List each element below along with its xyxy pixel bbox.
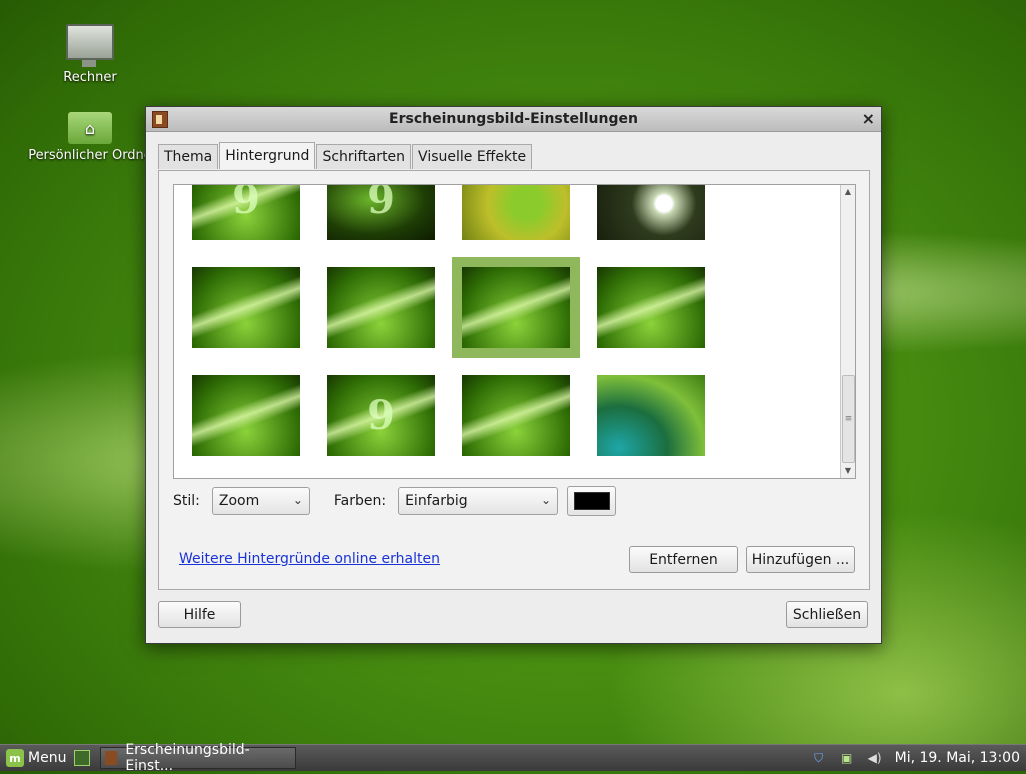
desktop-icon-label: Persönlicher Ordne	[28, 148, 152, 163]
tab-theme[interactable]: Thema	[158, 144, 219, 169]
home-folder-icon: ⌂	[68, 112, 112, 144]
wallpaper-thumbnail[interactable]: 9	[192, 185, 300, 240]
wallpaper-thumbnail[interactable]	[597, 375, 705, 456]
wallpaper-thumbnail[interactable]	[327, 267, 435, 348]
wallpaper-gallery[interactable]: 9 9 9 ▲ ≡ ▼	[173, 184, 856, 479]
volume-icon[interactable]: ◀)	[867, 750, 883, 766]
colors-label: Farben:	[333, 493, 387, 509]
clock[interactable]: Mi, 19. Mai, 13:00	[895, 750, 1020, 766]
taskbar: m Menu Erscheinungsbild-Einst... ⛉ ▣ ◀) …	[0, 742, 1026, 774]
shield-icon[interactable]: ⛉	[811, 750, 827, 766]
appearance-settings-window: Erscheinungsbild-Einstellungen × Thema H…	[145, 106, 882, 644]
desktop-icon-computer[interactable]: Rechner	[25, 24, 155, 85]
desktop-icon-home-folder[interactable]: ⌂ Persönlicher Ordne	[25, 112, 155, 163]
style-label: Stil:	[173, 493, 200, 509]
computer-icon	[66, 24, 114, 67]
wallpaper-thumbnail[interactable]	[597, 267, 705, 348]
close-icon[interactable]: ×	[862, 109, 875, 128]
style-select[interactable]: Zoom ⌄	[211, 487, 310, 515]
window-title: Erscheinungsbild-Einstellungen	[389, 111, 638, 127]
scrollbar-thumb[interactable]: ≡	[842, 375, 855, 463]
gallery-scrollbar[interactable]: ▲ ≡ ▼	[840, 185, 855, 478]
desktop-icon-label: Rechner	[63, 70, 117, 85]
color-picker-button[interactable]	[567, 486, 617, 516]
wallpaper-thumbnail[interactable]	[462, 375, 570, 456]
tab-bar: Thema Hintergrund Schriftarten Visuelle …	[158, 142, 533, 170]
colors-select-value: Einfarbig	[405, 493, 468, 509]
scroll-down-icon[interactable]: ▼	[841, 464, 855, 478]
wallpaper-thumbnail[interactable]	[597, 185, 705, 240]
wallpaper-thumbnail[interactable]: 9	[327, 375, 435, 456]
chevron-down-icon: ⌄	[292, 493, 303, 507]
help-button[interactable]: Hilfe	[158, 601, 241, 628]
taskbar-window-button[interactable]: Erscheinungsbild-Einst...	[100, 742, 297, 774]
background-tab-panel: 9 9 9 ▲ ≡ ▼ Stil: Zoom ⌄ Farben: Einfarb…	[158, 170, 870, 590]
wallpaper-thumbnail-selected[interactable]	[452, 257, 580, 358]
appearance-app-icon	[105, 751, 118, 765]
style-color-controls: Stil: Zoom ⌄ Farben: Einfarbig ⌄	[173, 486, 617, 516]
more-wallpapers-link[interactable]: Weitere Hintergründe online erhalten	[179, 551, 440, 567]
scroll-up-icon[interactable]: ▲	[841, 185, 855, 199]
style-select-value: Zoom	[218, 493, 260, 509]
mint-menu-icon[interactable]: m	[6, 749, 24, 767]
add-button[interactable]: Hinzufügen ...	[746, 546, 855, 573]
wallpaper-thumbnail[interactable]: 9	[327, 185, 435, 240]
colors-select[interactable]: Einfarbig ⌄	[398, 487, 559, 515]
remove-button[interactable]: Entfernen	[629, 546, 738, 573]
network-icon[interactable]: ▣	[839, 750, 855, 766]
close-button[interactable]: Schließen	[786, 601, 868, 628]
chevron-down-icon: ⌄	[541, 493, 552, 507]
wallpaper-thumbnail[interactable]	[192, 267, 300, 348]
window-titlebar[interactable]: Erscheinungsbild-Einstellungen ×	[146, 107, 881, 132]
show-desktop-icon[interactable]	[74, 750, 91, 766]
tab-fonts[interactable]: Schriftarten	[316, 144, 412, 169]
tab-background[interactable]: Hintergrund	[219, 142, 316, 169]
tab-visual-effects[interactable]: Visuelle Effekte	[412, 144, 533, 169]
wallpaper-thumbnail[interactable]	[462, 185, 570, 240]
menu-button-label[interactable]: Menu	[28, 750, 66, 766]
color-swatch	[573, 492, 610, 510]
wallpaper-thumbnail[interactable]	[192, 375, 300, 456]
appearance-app-icon	[152, 111, 168, 128]
system-tray: ⛉ ▣ ◀) Mi, 19. Mai, 13:00	[811, 745, 1020, 771]
taskbar-window-label: Erscheinungsbild-Einst...	[125, 742, 250, 774]
